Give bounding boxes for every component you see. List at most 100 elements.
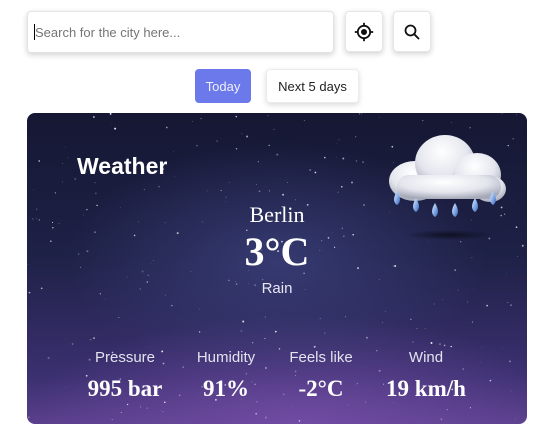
star [89,338,92,341]
star [324,156,326,159]
star [93,337,95,339]
star [67,157,69,159]
star [486,304,488,307]
stat-value: 19 km/h [386,376,466,401]
weather-condition: Rain [261,280,293,297]
stat-label: Humidity [196,349,256,366]
search-button[interactable] [393,11,431,52]
star [268,190,270,192]
star [442,299,443,301]
star [74,178,77,180]
stat-pressure: Pressure 995 bar [75,349,175,402]
star [410,318,412,320]
star [28,416,30,419]
magnifier-search-icon [404,24,420,39]
star [430,342,433,344]
star [393,402,395,404]
star [47,356,50,359]
star [469,126,471,129]
star [385,311,386,313]
star [338,139,340,141]
star [422,119,424,122]
star [126,403,129,406]
current-location-button[interactable] [345,11,383,52]
search-input[interactable] [35,12,333,52]
star [171,304,173,307]
star [510,390,512,392]
star [287,182,289,183]
star [355,136,357,138]
star [433,303,435,305]
star [225,196,227,198]
star [235,115,238,118]
stat-feels-like: Feels like -2°C [271,349,371,402]
star [192,121,193,122]
star [118,317,120,318]
star [512,137,515,140]
star [412,341,414,343]
star [489,379,492,382]
star [240,330,243,332]
star [361,113,363,115]
star [62,181,63,183]
card-title: Weather [77,153,168,179]
star [165,126,168,129]
star [319,317,321,320]
star [513,167,515,169]
star [173,423,175,424]
star [264,416,267,419]
star [120,412,122,414]
star [111,418,113,421]
star [353,115,355,116]
star [38,160,41,162]
star [228,181,231,183]
star [516,114,517,115]
star [313,345,316,348]
star [298,420,301,422]
weather-card: Weather Berlin 3°C Rain Pressure 995 bar… [27,113,527,424]
star [450,345,452,348]
star [198,331,201,333]
star [276,153,279,156]
star [220,190,222,192]
star [258,190,261,193]
star [126,276,128,278]
star [507,301,509,304]
star [61,162,63,164]
star [64,146,66,148]
star [365,336,368,339]
star [501,347,503,349]
star [309,169,312,171]
star [267,115,269,117]
star [241,133,243,135]
star [114,127,117,130]
tab-next-5-days[interactable]: Next 5 days [266,69,359,103]
stat-value: 995 bar [87,376,163,401]
star [471,321,473,323]
star [342,157,345,160]
stat-value: 91% [203,376,249,401]
star [439,343,441,345]
star [294,199,296,201]
star [200,118,202,120]
star [174,176,176,178]
star [162,411,164,413]
star [443,344,446,347]
tab-today[interactable]: Today [195,69,251,103]
search-bar[interactable] [27,11,334,53]
star [160,410,161,411]
star [110,124,112,125]
star [71,343,74,345]
star [273,128,275,130]
star [446,409,448,411]
stat-humidity: Humidity 91% [176,349,276,402]
star [252,342,254,344]
star [336,157,337,158]
star [378,117,380,118]
star [509,360,511,363]
stat-wind: Wind 19 km/h [376,349,476,402]
city-name: Berlin [249,202,305,227]
star [501,113,503,115]
star [104,298,106,300]
star [257,161,260,163]
